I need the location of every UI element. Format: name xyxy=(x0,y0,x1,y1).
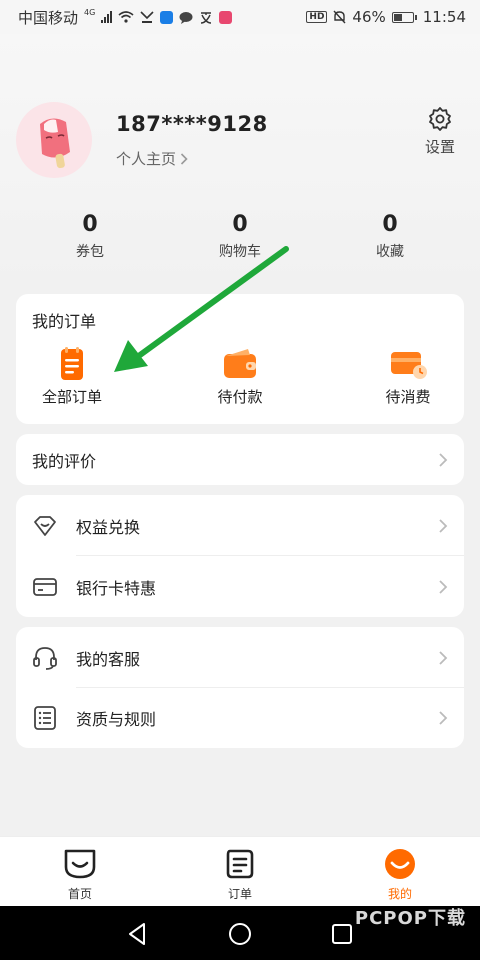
gear-icon xyxy=(429,107,451,131)
my-reviews-label: 我的评价 xyxy=(32,451,97,471)
user-phone-number: 187****9128 xyxy=(116,112,268,136)
all-orders-button[interactable]: 全部订单 xyxy=(22,346,122,407)
popsicle-avatar-icon xyxy=(40,118,70,169)
status-bar: 中国移动 4G HD 46% 11:54 xyxy=(0,0,480,34)
stat-cart[interactable]: 0 购物车 xyxy=(190,212,290,261)
chevron-right-icon xyxy=(439,518,448,533)
diamond-smile-icon xyxy=(34,515,56,536)
chevron-right-icon xyxy=(439,650,448,665)
settings-label: 设置 xyxy=(424,138,455,156)
pending-use-button[interactable]: 待消费 xyxy=(358,346,458,407)
translate-icon xyxy=(201,11,212,24)
bottom-tab-bar: 首页 订单 我的 xyxy=(0,836,480,906)
stat-favorites[interactable]: 0 收藏 xyxy=(340,212,440,261)
wifi-icon xyxy=(118,11,134,23)
network-type: 4G xyxy=(84,7,96,17)
benefits-exchange-row[interactable]: 权益兑换 xyxy=(16,495,464,556)
stats-row: 0 券包 0 购物车 0 收藏 xyxy=(0,212,480,272)
benefits-card: 权益兑换 银行卡特惠 xyxy=(16,495,464,617)
qualifications-rules-row[interactable]: 资质与规则 xyxy=(16,687,464,748)
card-clock-icon xyxy=(391,352,427,379)
message-icon xyxy=(179,11,193,24)
my-reviews-row[interactable]: 我的评价 xyxy=(16,429,464,490)
home-smile-icon xyxy=(64,849,96,879)
all-orders-label: 全部订单 xyxy=(41,388,102,406)
settings-button[interactable]: 设置 xyxy=(420,106,460,157)
my-orders-title: 我的订单 xyxy=(32,312,97,331)
stat-value: 0 xyxy=(232,212,248,237)
tab-mine-label: 我的 xyxy=(387,887,412,901)
recents-icon[interactable] xyxy=(328,920,356,948)
pending-payment-label: 待付款 xyxy=(217,388,263,406)
app-notification-icon xyxy=(160,10,174,24)
profile-face-icon xyxy=(385,849,415,879)
wallet-icon xyxy=(224,349,256,378)
signal-icon xyxy=(101,11,113,23)
list-document-icon xyxy=(34,705,56,730)
order-list-icon xyxy=(226,849,254,879)
battery-icon xyxy=(391,11,417,23)
clipboard-icon xyxy=(61,347,83,380)
app-badge-icon xyxy=(219,10,233,24)
home-icon[interactable] xyxy=(226,920,254,948)
status-right: HD 46% 11:54 xyxy=(306,8,466,26)
stat-value: 0 xyxy=(382,212,398,237)
qualifications-rules-label: 资质与规则 xyxy=(76,709,157,729)
tab-orders[interactable]: 订单 xyxy=(200,847,280,902)
pending-use-label: 待消费 xyxy=(385,388,431,406)
bank-card-offers-row[interactable]: 银行卡特惠 xyxy=(16,556,464,617)
personal-homepage-label: 个人主页 xyxy=(116,150,177,168)
battery-percent: 46% xyxy=(352,8,386,26)
my-orders-card: 我的订单 全部订单 待付款 待消费 xyxy=(16,294,464,424)
profile-section: 187****9128 个人主页 设置 xyxy=(16,102,464,182)
bank-card-icon xyxy=(33,577,57,596)
status-left: 中国移动 4G xyxy=(18,7,233,28)
bank-card-offers-label: 银行卡特惠 xyxy=(76,578,157,598)
hd-indicator: HD xyxy=(306,11,328,23)
stat-label: 购物车 xyxy=(219,244,261,260)
personal-homepage-link[interactable]: 个人主页 xyxy=(116,148,188,169)
benefits-exchange-label: 权益兑换 xyxy=(76,517,141,537)
service-card: 我的客服 资质与规则 xyxy=(16,627,464,748)
clock: 11:54 xyxy=(422,8,466,26)
watermark-logo: PCPOP下载 xyxy=(354,908,466,929)
carrier-name: 中国移动 xyxy=(18,8,79,27)
customer-service-row[interactable]: 我的客服 xyxy=(16,627,464,688)
tab-mine[interactable]: 我的 xyxy=(360,847,440,902)
my-reviews-card: 我的评价 xyxy=(16,434,464,485)
avatar[interactable] xyxy=(16,102,92,178)
tab-orders-label: 订单 xyxy=(227,887,252,901)
stat-label: 券包 xyxy=(76,244,104,260)
chevron-right-icon xyxy=(439,452,448,467)
chevron-right-icon xyxy=(439,710,448,725)
missed-call-icon xyxy=(140,11,154,23)
mute-bell-icon xyxy=(333,10,346,24)
headset-icon xyxy=(33,646,57,670)
stat-coupons[interactable]: 0 券包 xyxy=(40,212,140,261)
customer-service-label: 我的客服 xyxy=(76,649,141,669)
tab-home-label: 首页 xyxy=(67,887,92,901)
chevron-right-icon xyxy=(439,579,448,594)
stat-value: 0 xyxy=(82,212,98,237)
stat-label: 收藏 xyxy=(376,244,404,260)
tab-home[interactable]: 首页 xyxy=(40,847,120,902)
chevron-right-icon xyxy=(180,152,188,165)
back-icon[interactable] xyxy=(124,920,152,948)
pending-payment-button[interactable]: 待付款 xyxy=(190,346,290,407)
